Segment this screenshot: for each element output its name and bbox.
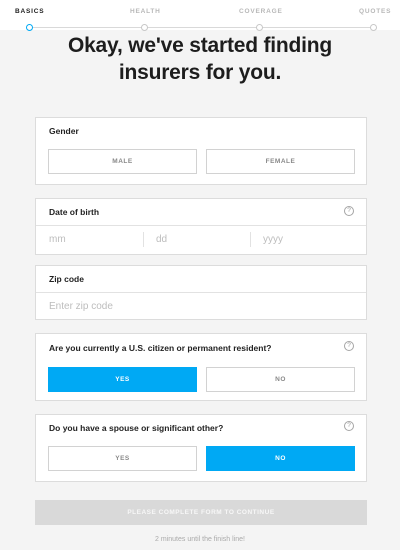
step-basics[interactable]: BASICS	[15, 8, 44, 15]
gender-label: Gender	[49, 126, 79, 136]
page-title: Okay, we've started finding insurers for…	[0, 32, 400, 86]
spouse-help-icon[interactable]: ?	[344, 421, 354, 431]
time-remaining-note: 2 minutes until the finish line!	[155, 536, 245, 543]
citizen-help-icon[interactable]: ?	[344, 341, 354, 351]
zip-input[interactable]: Enter zip code	[49, 300, 349, 314]
progress-header: BASICS HEALTH COVERAGE QUOTES	[0, 0, 400, 31]
spouse-no-button[interactable]: NO	[206, 446, 355, 471]
dob-help-icon[interactable]: ?	[344, 206, 354, 216]
spouse-label: Do you have a spouse or significant othe…	[49, 423, 224, 433]
dob-year-input[interactable]: yyyy	[263, 233, 353, 247]
zip-label: Zip code	[49, 274, 84, 284]
citizen-no-button[interactable]: NO	[206, 367, 355, 392]
dob-day-input[interactable]: dd	[156, 233, 246, 247]
progress-steps: BASICS HEALTH COVERAGE QUOTES	[0, 8, 400, 18]
page-title-line-2: insurers for you.	[118, 61, 282, 84]
citizen-label: Are you currently a U.S. citizen or perm…	[49, 343, 272, 353]
step-dot-health	[141, 24, 148, 31]
gender-male-button[interactable]: MALE	[48, 149, 197, 174]
dob-divider	[36, 225, 366, 226]
step-dot-basics	[26, 24, 33, 31]
dob-label: Date of birth	[49, 207, 100, 217]
step-dot-quotes	[370, 24, 377, 31]
dob-card: Date of birth ? mm dd yyyy	[35, 198, 367, 255]
gender-card: Gender MALE FEMALE	[35, 117, 367, 185]
dob-separator-2	[250, 232, 251, 247]
gender-female-button[interactable]: FEMALE	[206, 149, 355, 174]
spouse-card: Do you have a spouse or significant othe…	[35, 414, 367, 482]
progress-track	[29, 27, 374, 28]
zip-card: Zip code Enter zip code	[35, 265, 367, 320]
citizen-yes-button[interactable]: YES	[48, 367, 197, 392]
step-health[interactable]: HEALTH	[130, 8, 161, 15]
zip-divider	[36, 292, 366, 293]
continue-button[interactable]: PLEASE COMPLETE FORM TO CONTINUE	[35, 500, 367, 525]
step-coverage[interactable]: COVERAGE	[239, 8, 283, 15]
citizen-card: Are you currently a U.S. citizen or perm…	[35, 333, 367, 401]
step-quotes[interactable]: QUOTES	[359, 8, 391, 15]
dob-separator-1	[143, 232, 144, 247]
spouse-yes-button[interactable]: YES	[48, 446, 197, 471]
dob-month-input[interactable]: mm	[49, 233, 139, 247]
page-title-line-1: Okay, we've started finding	[67, 34, 333, 57]
step-dot-coverage	[256, 24, 263, 31]
